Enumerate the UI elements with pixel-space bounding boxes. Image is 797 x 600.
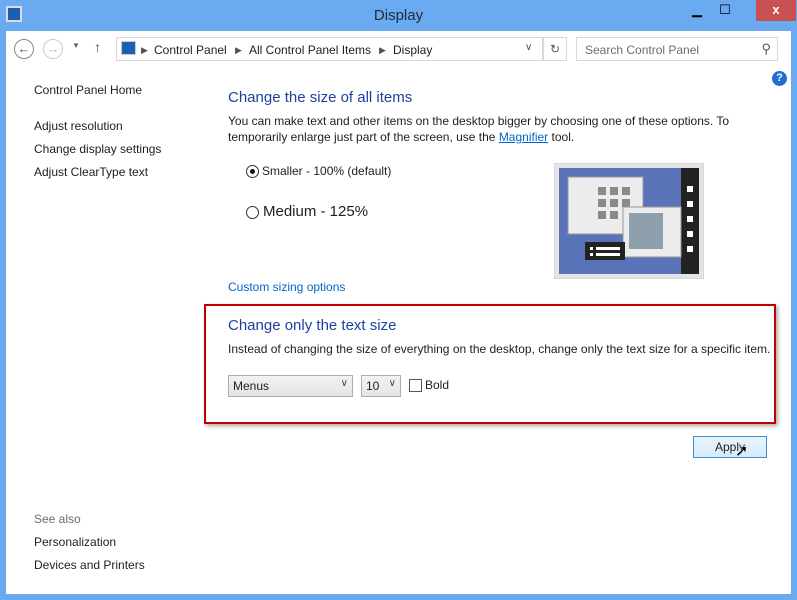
option-medium-label: Medium - 125% (263, 203, 369, 220)
see-also-label: See also (34, 512, 81, 526)
window-client: ← → ▼ ↑ ▶ Control Panel ▶ All Control Pa… (6, 31, 791, 594)
search-icon[interactable]: ⚲ (761, 41, 771, 57)
apply-button[interactable]: Apply (693, 436, 767, 458)
breadcrumb-display[interactable]: Display (393, 43, 432, 57)
refresh-icon[interactable]: ↻ (543, 37, 567, 61)
text-size-heading: Change only the text size (228, 317, 397, 334)
option-smaller-label: Smaller - 100% (default) (262, 164, 392, 178)
back-button[interactable]: ← (14, 39, 34, 59)
up-arrow-icon[interactable]: ↑ (94, 39, 101, 55)
chevron-down-icon: ∨ (340, 378, 348, 389)
bold-label: Bold (425, 378, 450, 392)
display-preview-image (554, 163, 704, 279)
breadcrumb-control-panel[interactable]: Control Panel (154, 43, 227, 57)
font-size-value: 10 (366, 379, 380, 393)
address-dropdown-icon[interactable]: ∨ (525, 42, 532, 53)
breadcrumb-separator-icon: ▶ (141, 45, 148, 55)
chevron-down-icon: ∨ (388, 378, 396, 389)
sidebar-control-panel-home[interactable]: Control Panel Home (34, 83, 142, 97)
text-size-description: Instead of changing the size of everythi… (228, 342, 771, 356)
search-input[interactable]: Search Control Panel ⚲ (576, 37, 778, 61)
change-size-heading: Change the size of all items (228, 89, 413, 106)
search-placeholder: Search Control Panel (585, 43, 700, 57)
breadcrumb-separator-icon: ▶ (235, 45, 242, 55)
window-title: Display (373, 7, 424, 24)
mouse-cursor-icon: ➚ (735, 443, 749, 460)
maximize-button[interactable]: ☐ (712, 0, 738, 21)
sidebar-personalization[interactable]: Personalization (34, 535, 116, 549)
custom-sizing-link[interactable]: Custom sizing options (228, 280, 345, 294)
control-panel-icon (121, 41, 136, 55)
breadcrumb-all-items[interactable]: All Control Panel Items (249, 43, 371, 57)
radio-medium[interactable] (246, 206, 259, 219)
sidebar-change-display-settings[interactable]: Change display settings (34, 142, 161, 156)
change-size-description: You can make text and other items on the… (228, 113, 748, 145)
forward-button[interactable]: → (43, 39, 63, 59)
item-select[interactable]: Menus ∨ (228, 375, 353, 397)
close-button[interactable]: x (756, 0, 796, 21)
address-bar[interactable]: ▶ Control Panel ▶ All Control Panel Item… (116, 37, 543, 61)
description-text-end: tool. (548, 130, 575, 144)
minimize-button[interactable]: ▁ (684, 0, 710, 21)
sidebar-adjust-cleartype[interactable]: Adjust ClearType text (34, 165, 148, 179)
title-bar: Display ▁ ☐ x (0, 0, 797, 32)
sidebar-adjust-resolution[interactable]: Adjust resolution (34, 119, 123, 133)
recent-locations-dropdown-icon[interactable]: ▼ (72, 41, 80, 50)
description-text: You can make text and other items on the… (228, 114, 729, 144)
item-select-value: Menus (233, 379, 270, 393)
breadcrumb-separator-icon: ▶ (379, 45, 386, 55)
sidebar-devices-printers[interactable]: Devices and Printers (34, 558, 145, 572)
help-icon[interactable]: ? (772, 71, 787, 86)
bold-checkbox[interactable] (409, 379, 422, 392)
radio-smaller[interactable] (246, 165, 259, 178)
font-size-select[interactable]: 10 ∨ (361, 375, 401, 397)
magnifier-link[interactable]: Magnifier (499, 130, 548, 144)
